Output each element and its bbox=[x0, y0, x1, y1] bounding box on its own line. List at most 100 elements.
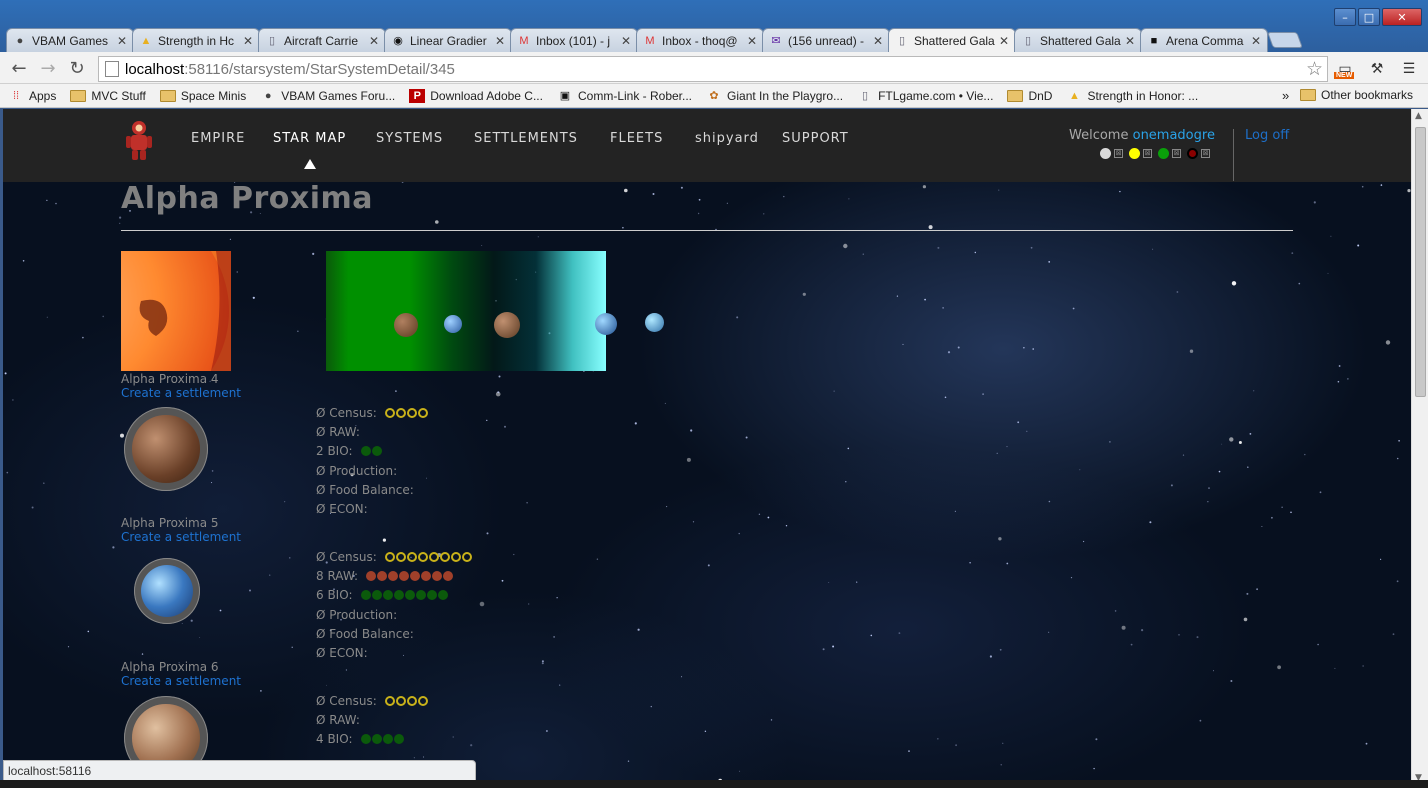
address-bar[interactable]: localhost:58116/starsystem/StarSystemDet… bbox=[98, 56, 1328, 82]
tab-7[interactable]: ✉ (156 unread) - ✕ bbox=[762, 28, 890, 52]
nav-shipyard[interactable]: shipyard bbox=[695, 131, 759, 146]
new-tab-button[interactable] bbox=[1267, 32, 1303, 48]
player-color-dot[interactable] bbox=[1129, 148, 1140, 159]
username-link[interactable]: onemadogre bbox=[1133, 128, 1215, 143]
back-arrow-icon[interactable]: ← bbox=[8, 57, 30, 79]
nav-star-map[interactable]: STAR MAP bbox=[273, 131, 346, 146]
star-dot bbox=[758, 513, 761, 515]
bookmark-item[interactable]: ● VBAM Games Foru... bbox=[260, 89, 395, 103]
title-bar: – □ ✕ ● VBAM Games ✕ ▲ Strength in Hc ✕ ▯ Aircr… bbox=[0, 0, 1428, 52]
tab-close-icon[interactable]: ✕ bbox=[873, 34, 883, 48]
logoff-link[interactable]: Log off bbox=[1245, 128, 1289, 143]
star-dot bbox=[284, 501, 286, 503]
player-color-dot[interactable] bbox=[1158, 148, 1169, 159]
tab-4[interactable]: ◉ Linear Gradier ✕ bbox=[384, 28, 512, 52]
pip-icon bbox=[360, 734, 371, 745]
tab-1[interactable]: ● VBAM Games ✕ bbox=[6, 28, 134, 52]
close-window-icon[interactable]: ✕ bbox=[1382, 8, 1422, 26]
tab-close-icon[interactable]: ✕ bbox=[117, 34, 127, 48]
star-dot bbox=[481, 245, 483, 246]
bookmarks-overflow[interactable]: » bbox=[1282, 88, 1289, 103]
orbit-planet-6-icon[interactable] bbox=[494, 312, 520, 338]
nav-settlements[interactable]: SETTLEMENTS bbox=[474, 131, 578, 146]
pip-icon bbox=[393, 734, 404, 745]
star-dot bbox=[1380, 184, 1383, 186]
bookmark-item[interactable]: ▣ Comm-Link - Rober... bbox=[557, 89, 692, 103]
extension-new-icon[interactable]: ▭ NEW bbox=[1332, 56, 1358, 80]
orbit-planet-5-icon[interactable] bbox=[444, 315, 462, 333]
create-settlement-link[interactable]: Create a settlement bbox=[121, 674, 241, 688]
planet-image-icon[interactable] bbox=[132, 415, 200, 483]
minimize-icon[interactable]: – bbox=[1334, 8, 1356, 26]
tab-9[interactable]: ▯ Shattered Gala ✕ bbox=[1014, 28, 1142, 52]
player-color-dot[interactable] bbox=[1100, 148, 1111, 159]
create-settlement-link[interactable]: Create a settlement bbox=[121, 386, 241, 400]
bookmark-item[interactable]: DnD bbox=[1007, 89, 1052, 103]
star-dot bbox=[1392, 633, 1395, 636]
folder-icon bbox=[159, 89, 176, 103]
stat-pips bbox=[384, 552, 472, 562]
bookmark-item[interactable]: ▯ FTLgame.com • Vie... bbox=[857, 89, 993, 103]
menu-icon[interactable]: ☰ bbox=[1396, 56, 1422, 80]
tab-2[interactable]: ▲ Strength in Hc ✕ bbox=[132, 28, 260, 52]
tab-5[interactable]: M Inbox (101) - j ✕ bbox=[510, 28, 638, 52]
star-dot bbox=[739, 770, 741, 772]
reload-icon[interactable]: ↻ bbox=[66, 57, 88, 79]
nav-empire[interactable]: EMPIRE bbox=[191, 131, 245, 146]
checkbox-icon[interactable]: ⊠ bbox=[1114, 149, 1123, 158]
forward-arrow-icon[interactable]: → bbox=[37, 57, 59, 79]
bookmark-item[interactable]: ▲ Strength in Honor: ... bbox=[1066, 89, 1198, 103]
star-dot bbox=[452, 736, 454, 738]
star-dot bbox=[289, 557, 291, 559]
maximize-icon[interactable]: □ bbox=[1358, 8, 1380, 26]
star-dot bbox=[229, 238, 231, 240]
tab-close-icon[interactable]: ✕ bbox=[1125, 34, 1135, 48]
tab-close-icon[interactable]: ✕ bbox=[369, 34, 379, 48]
checkbox-icon[interactable]: ⊠ bbox=[1172, 149, 1181, 158]
tab-close-icon[interactable]: ✕ bbox=[495, 34, 505, 48]
nav-systems[interactable]: SYSTEMS bbox=[376, 131, 443, 146]
warning-icon: ▲ bbox=[140, 34, 152, 47]
stat-pips bbox=[366, 571, 454, 582]
nav-support[interactable]: SUPPORT bbox=[782, 131, 849, 146]
tab-close-icon[interactable]: ✕ bbox=[621, 34, 631, 48]
checkbox-icon[interactable]: ⊠ bbox=[1143, 149, 1152, 158]
bookmark-item[interactable]: Space Minis bbox=[159, 89, 246, 103]
pip-icon bbox=[366, 571, 377, 582]
bookmark-item[interactable]: MVC Stuff bbox=[70, 89, 146, 103]
create-settlement-link[interactable]: Create a settlement bbox=[121, 530, 241, 544]
bookmark-item[interactable]: ⁞⁞ Apps bbox=[8, 89, 56, 103]
tab-close-icon[interactable]: ✕ bbox=[1251, 34, 1261, 48]
page-scrollbar[interactable]: ▲ ▼ bbox=[1411, 109, 1428, 788]
warning-icon: ▲ bbox=[1069, 89, 1080, 102]
orbit-planet-7-icon[interactable] bbox=[595, 313, 617, 335]
bookmark-item[interactable]: P Download Adobe C... bbox=[409, 88, 543, 103]
mail-icon: ✉ bbox=[771, 35, 781, 47]
orbit-planet-4-icon[interactable] bbox=[394, 313, 418, 337]
star-dot bbox=[1095, 738, 1098, 741]
planet-name: Alpha Proxima 5 bbox=[121, 516, 219, 530]
tab-6[interactable]: M Inbox - thoq@ ✕ bbox=[636, 28, 764, 52]
tab-close-icon[interactable]: ✕ bbox=[747, 34, 757, 48]
orbit-planet-8-icon[interactable] bbox=[645, 313, 664, 332]
scroll-thumb[interactable] bbox=[1415, 127, 1426, 397]
tab-10[interactable]: ■ Arena Comma ✕ bbox=[1140, 28, 1268, 52]
tab-close-icon[interactable]: ✕ bbox=[999, 34, 1009, 48]
player-color-dot[interactable] bbox=[1187, 148, 1198, 159]
star-dot bbox=[596, 558, 599, 560]
checkbox-icon[interactable]: ⊠ bbox=[1201, 149, 1210, 158]
folder-icon bbox=[70, 89, 87, 103]
stat-label: Ø Food Balance: bbox=[316, 626, 414, 641]
status-bar: localhost:58116 bbox=[3, 760, 476, 782]
extension-wrench-icon[interactable]: ⚒ bbox=[1364, 56, 1390, 80]
star-dot bbox=[1017, 421, 1020, 424]
tab-8[interactable]: ▯ Shattered Gala ✕ bbox=[888, 28, 1016, 52]
other-bookmarks[interactable]: Other bookmarks bbox=[1300, 88, 1413, 102]
scroll-up-icon[interactable]: ▲ bbox=[1415, 111, 1422, 121]
tab-close-icon[interactable]: ✕ bbox=[243, 34, 253, 48]
bookmark-item[interactable]: ✿ Giant In the Playgro... bbox=[706, 89, 843, 103]
bookmark-star-icon[interactable]: ☆ bbox=[1306, 58, 1323, 81]
nav-fleets[interactable]: FLEETS bbox=[610, 131, 663, 146]
tab-3[interactable]: ▯ Aircraft Carrie ✕ bbox=[258, 28, 386, 52]
robot-logo-icon[interactable] bbox=[124, 119, 154, 161]
